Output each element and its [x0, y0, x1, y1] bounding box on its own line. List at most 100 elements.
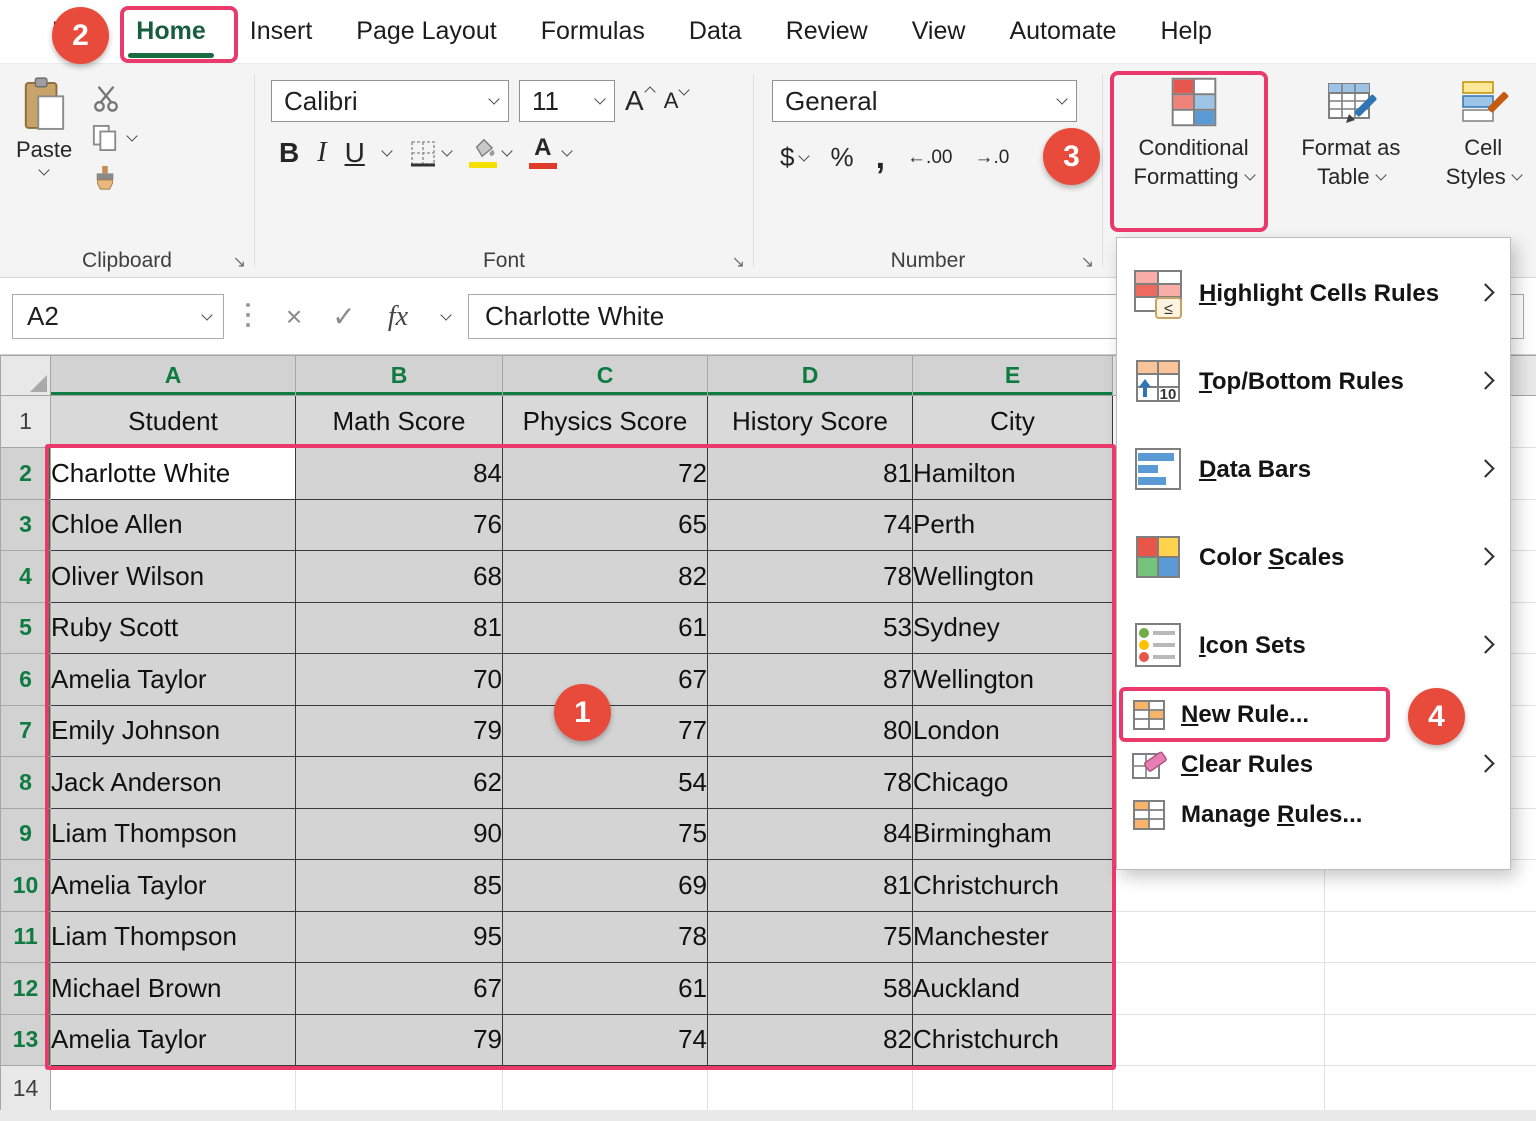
cell[interactable]: History Score — [708, 396, 913, 448]
underline-button[interactable]: U — [345, 137, 365, 169]
cell[interactable]: 81 — [708, 860, 913, 912]
insert-function-button[interactable]: fx — [376, 294, 420, 339]
cell[interactable]: Michael Brown — [51, 963, 296, 1015]
cell[interactable] — [1113, 963, 1325, 1015]
active-cell[interactable]: Charlotte White — [51, 448, 296, 500]
cell[interactable] — [1113, 1014, 1325, 1066]
cell[interactable]: 85 — [296, 860, 503, 912]
cell[interactable]: 75 — [503, 808, 708, 860]
cell[interactable]: 78 — [708, 757, 913, 809]
cell[interactable]: Manchester — [913, 911, 1113, 963]
font-size-select[interactable]: 11 — [519, 80, 615, 122]
cell[interactable]: Wellington — [913, 551, 1113, 603]
cell[interactable]: 81 — [708, 448, 913, 500]
menu-item-top-bottom-rules[interactable]: 10 Top/Bottom Rules — [1117, 338, 1510, 426]
cell[interactable]: 78 — [708, 551, 913, 603]
cell[interactable]: 84 — [296, 448, 503, 500]
cell[interactable] — [1325, 963, 1536, 1015]
cell[interactable] — [913, 1066, 1113, 1112]
cancel-button[interactable]: × — [272, 294, 316, 339]
tab-review[interactable]: Review — [764, 0, 890, 64]
row-header[interactable]: 5 — [1, 602, 51, 654]
row-header[interactable]: 6 — [1, 654, 51, 706]
tab-home[interactable]: Home — [114, 0, 227, 64]
tab-automate[interactable]: Automate — [987, 0, 1138, 64]
tab-page-layout[interactable]: Page Layout — [334, 0, 518, 64]
cell[interactable] — [1325, 911, 1536, 963]
conditional-formatting-button[interactable]: Conditional Formatting — [1119, 76, 1268, 191]
select-all-corner[interactable] — [1, 356, 51, 396]
cell[interactable]: London — [913, 705, 1113, 757]
comma-style-button[interactable]: , — [876, 138, 885, 177]
font-name-select[interactable]: Calibri — [271, 80, 509, 122]
cell[interactable]: 79 — [296, 1014, 503, 1066]
cell[interactable]: 79 — [296, 705, 503, 757]
currency-button[interactable]: $ — [780, 142, 808, 173]
enter-button[interactable]: ✓ — [322, 294, 366, 339]
tab-insert[interactable]: Insert — [228, 0, 335, 64]
percent-button[interactable]: % — [830, 142, 853, 173]
cell[interactable]: 82 — [708, 1014, 913, 1066]
menu-item-highlight-cells-rules[interactable]: ≤ Highlight Cells Rules — [1117, 250, 1510, 338]
cell[interactable] — [708, 1066, 913, 1112]
chevron-down-icon[interactable] — [424, 294, 468, 339]
format-as-table-button[interactable]: Format as Table — [1290, 76, 1411, 191]
dialog-launcher-icon[interactable]: ↘ — [233, 255, 246, 271]
column-header-b[interactable]: B — [296, 356, 503, 396]
cell[interactable]: Amelia Taylor — [51, 654, 296, 706]
cell[interactable]: 78 — [503, 911, 708, 963]
cell[interactable]: Jack Anderson — [51, 757, 296, 809]
cell[interactable]: Birmingham — [913, 808, 1113, 860]
row-header[interactable]: 8 — [1, 757, 51, 809]
cell[interactable]: Auckland — [913, 963, 1113, 1015]
menu-item-icon-sets[interactable]: Icon Sets — [1117, 602, 1510, 690]
column-header-e[interactable]: E — [913, 356, 1113, 396]
cell[interactable]: 80 — [708, 705, 913, 757]
cell[interactable]: 74 — [503, 1014, 708, 1066]
cell[interactable]: 75 — [708, 911, 913, 963]
cell[interactable]: Ruby Scott — [51, 602, 296, 654]
cell[interactable]: Liam Thompson — [51, 911, 296, 963]
cell[interactable]: 69 — [503, 860, 708, 912]
format-painter-button[interactable] — [92, 164, 136, 192]
row-header[interactable]: 7 — [1, 705, 51, 757]
cell[interactable]: 61 — [503, 963, 708, 1015]
cell[interactable]: Wellington — [913, 654, 1113, 706]
cell[interactable]: 84 — [708, 808, 913, 860]
cell[interactable]: 62 — [296, 757, 503, 809]
cell[interactable]: Oliver Wilson — [51, 551, 296, 603]
cell[interactable] — [1325, 1014, 1536, 1066]
cell[interactable]: Physics Score — [503, 396, 708, 448]
cell[interactable]: Math Score — [296, 396, 503, 448]
cell[interactable]: 67 — [296, 963, 503, 1015]
cell[interactable]: 54 — [503, 757, 708, 809]
cell[interactable]: 74 — [708, 499, 913, 551]
increase-decimal-button[interactable]: ←.00 — [907, 147, 952, 169]
cell[interactable]: Sydney — [913, 602, 1113, 654]
cell[interactable]: 95 — [296, 911, 503, 963]
cell[interactable]: 53 — [708, 602, 913, 654]
dialog-launcher-icon[interactable]: ↘ — [1081, 255, 1094, 271]
cell[interactable]: Hamilton — [913, 448, 1113, 500]
row-header[interactable]: 4 — [1, 551, 51, 603]
cell[interactable]: Perth — [913, 499, 1113, 551]
tab-view[interactable]: View — [890, 0, 988, 64]
cell[interactable] — [1113, 911, 1325, 963]
bold-button[interactable]: B — [279, 137, 299, 169]
cell[interactable] — [51, 1066, 296, 1112]
row-header[interactable]: 14 — [1, 1066, 51, 1112]
menu-item-color-scales[interactable]: Color Scales — [1117, 514, 1510, 602]
cell[interactable]: City — [913, 396, 1113, 448]
tab-formulas[interactable]: Formulas — [519, 0, 667, 64]
cell[interactable] — [296, 1066, 503, 1112]
cell[interactable]: 70 — [296, 654, 503, 706]
cell[interactable]: Amelia Taylor — [51, 1014, 296, 1066]
cell[interactable]: Emily Johnson — [51, 705, 296, 757]
cell[interactable] — [1325, 1066, 1536, 1112]
column-header-a[interactable]: A — [51, 356, 296, 396]
tab-data[interactable]: Data — [667, 0, 764, 64]
menu-item-clear-rules[interactable]: Clear Rules — [1117, 740, 1510, 790]
cell[interactable]: 82 — [503, 551, 708, 603]
column-header-d[interactable]: D — [708, 356, 913, 396]
cell[interactable]: 65 — [503, 499, 708, 551]
